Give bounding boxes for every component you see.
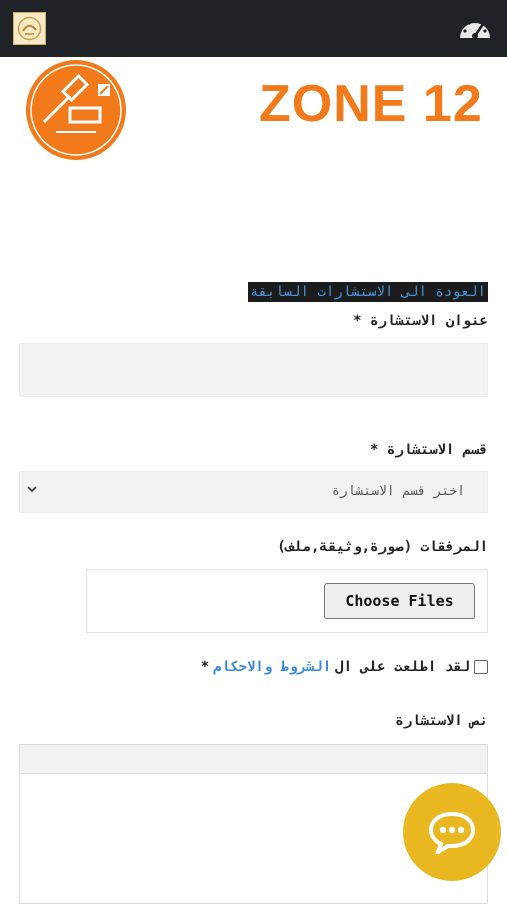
- terms-row: لقد اطلعت على ال الشروط والاحكام *: [201, 659, 488, 675]
- attachments-label: المرفقات (صورة,وثيقة,ملف): [277, 539, 488, 555]
- editor-toolbar: [19, 744, 488, 774]
- app-logo-icon[interactable]: [13, 12, 46, 45]
- brand-logo-icon: [26, 60, 126, 160]
- top-bar: [0, 0, 507, 57]
- chat-button[interactable]: [403, 783, 501, 881]
- consultation-title-input[interactable]: [19, 343, 488, 397]
- back-to-previous-consultations-link[interactable]: العودة الى الاستشارات السابقة: [247, 282, 488, 302]
- terms-required-mark: *: [200, 659, 210, 675]
- consultation-title-label: عنوان الاستشارة *: [353, 313, 488, 329]
- zone-logo: ZONE 12: [259, 75, 483, 133]
- attachments-file-box: Choose Files: [86, 569, 488, 633]
- choose-files-button[interactable]: Choose Files: [324, 583, 475, 619]
- chevron-down-icon: [27, 486, 37, 493]
- consultation-body-label: نص الاستشارة: [395, 713, 488, 729]
- terms-link[interactable]: الشروط والاحكام: [213, 659, 331, 675]
- dashboard-icon[interactable]: [458, 14, 492, 44]
- terms-prefix-text: لقد اطلعت على ال: [335, 659, 470, 675]
- chat-bubble-icon: [428, 811, 476, 854]
- category-selected-value: اختر قسم الاستشارة: [331, 484, 465, 499]
- terms-checkbox[interactable]: [474, 660, 488, 674]
- consultation-category-select[interactable]: اختر قسم الاستشارة: [19, 471, 488, 513]
- consultation-category-label: قسم الاستشارة *: [369, 442, 488, 458]
